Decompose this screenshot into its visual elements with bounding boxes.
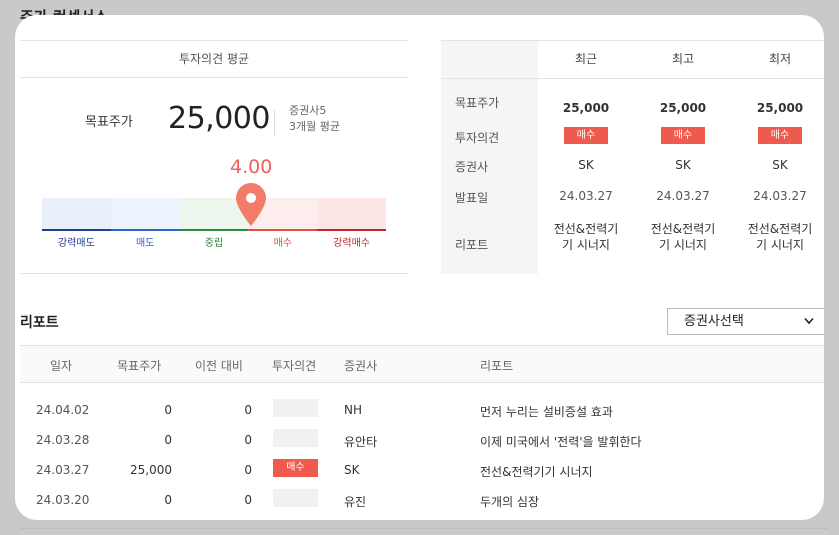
low-opinion: 매수 — [735, 127, 824, 144]
period-label: 3개월 평균 — [289, 120, 340, 133]
high-opinion: 매수 — [638, 127, 728, 144]
table-row: 24.03.27 25,000 0 매수 SK 전선&전력기기 시너지 — [20, 456, 824, 486]
gauge-label-strong-sell: 강력매도 — [57, 238, 95, 249]
header-target: 목표주가 — [117, 359, 162, 373]
col-header-recent: 최근 — [574, 52, 598, 66]
low-target: 25,000 — [756, 101, 804, 115]
row-date: 24.04.02 — [36, 403, 90, 417]
gauge-label-buy: 매수 — [273, 238, 292, 249]
row-date: 24.03.27 — [36, 463, 90, 477]
table-row: 24.04.02 0 0 NH 먼저 누리는 설비증설 효과 — [20, 396, 824, 426]
target-price-value: 25,000 — [168, 101, 270, 136]
row-target: 0 — [164, 493, 172, 507]
divider — [20, 273, 408, 274]
row-opinion: 매수 — [273, 459, 318, 477]
row-label-broker: 증권사 — [455, 160, 489, 174]
table-row: 24.03.20 0 0 유진 두개의 심장 — [20, 486, 824, 516]
row-broker: 유안타 — [344, 435, 378, 449]
header-opinion: 투자의견 — [272, 359, 317, 373]
row-target: 25,000 — [130, 463, 172, 477]
row-broker: SK — [344, 463, 360, 477]
row-opinion — [273, 429, 318, 447]
high-target: 25,000 — [659, 101, 707, 115]
row-broker: NH — [344, 403, 362, 417]
gauge-label-strong-buy: 강력매수 — [333, 238, 370, 249]
col-header-high: 최고 — [671, 52, 695, 66]
col-header-low: 최저 — [768, 52, 792, 66]
gauge-label-neutral: 중립 — [204, 238, 224, 249]
broker-count: 증권사5 — [289, 104, 327, 117]
row-label-date: 발표일 — [455, 191, 489, 205]
low-report-link[interactable]: 전선&전력기 기 시너지 — [735, 221, 824, 253]
row-target: 0 — [164, 403, 172, 417]
low-date: 24.03.27 — [753, 189, 807, 203]
target-price-label: 목표주가 — [85, 115, 133, 130]
high-broker: SK — [675, 158, 691, 172]
summary-table: 최근 최고 최저 목표주가 투자의견 증권사 발표일 리포트 25,000 매수… — [441, 40, 824, 274]
row-opinion — [273, 489, 318, 507]
target-price-meta: 증권사5 3개월 평균 — [289, 103, 340, 135]
row-label-report: 리포트 — [455, 238, 489, 252]
recent-target: 25,000 — [562, 101, 610, 115]
dropdown-label: 증권사선택 — [684, 314, 744, 329]
row-report-link[interactable]: 전선&전력기기 시너지 — [480, 463, 593, 480]
high-date: 24.03.27 — [656, 189, 710, 203]
row-report-link[interactable]: 두개의 심장 — [480, 493, 539, 510]
reports-table-header: 일자 목표주가 이전 대비 투자의견 증권사 리포트 — [20, 345, 824, 383]
high-report-link[interactable]: 전선&전력기 기 시너지 — [638, 221, 728, 253]
divider — [274, 110, 275, 136]
row-broker: 유진 — [344, 495, 367, 509]
gauge-segment-strong-buy — [317, 198, 386, 231]
buy-badge: 매수 — [661, 127, 705, 144]
header-date: 일자 — [50, 359, 73, 373]
consensus-card: 투자의견 평균 목표주가 25,000 증권사5 3개월 평균 4.00 강력매… — [15, 15, 824, 520]
header-broker: 증권사 — [344, 359, 378, 373]
opinion-score: 4.00 — [230, 156, 273, 178]
row-change: 0 — [244, 433, 252, 447]
reports-title: 리포트 — [20, 315, 59, 331]
map-pin-icon — [236, 183, 266, 226]
header-change: 이전 대비 — [195, 359, 243, 373]
table-row: 24.03.28 0 0 유안타 이제 미국에서 '전력'을 발휘한다 — [20, 426, 824, 456]
row-target: 0 — [164, 433, 172, 447]
recent-date: 24.03.27 — [559, 189, 613, 203]
chevron-down-icon — [804, 317, 814, 325]
row-date: 24.03.28 — [36, 433, 90, 447]
row-change: 0 — [244, 463, 252, 477]
header-report: 리포트 — [480, 359, 514, 373]
row-date: 24.03.20 — [36, 493, 90, 507]
recent-opinion: 매수 — [541, 127, 631, 144]
recent-broker: SK — [578, 158, 594, 172]
avg-opinion-header: 투자의견 평균 — [20, 40, 408, 78]
row-label-opinion: 투자의견 — [455, 131, 500, 145]
gauge-segment-sell — [110, 198, 180, 231]
row-report-link[interactable]: 먼저 누리는 설비증설 효과 — [480, 403, 613, 420]
broker-select-dropdown[interactable]: 증권사선택 — [667, 308, 824, 335]
recent-report-link[interactable]: 전선&전력기 기 시너지 — [541, 221, 631, 253]
gauge-labels: 강력매도 매도 중립 매수 강력매수 — [42, 234, 386, 249]
gauge-segment-strong-sell — [42, 198, 111, 231]
row-change: 0 — [244, 493, 252, 507]
divider — [20, 528, 828, 529]
row-label-target: 목표주가 — [455, 96, 500, 110]
row-opinion — [273, 399, 318, 417]
row-report-link[interactable]: 이제 미국에서 '전력'을 발휘한다 — [480, 433, 642, 450]
low-broker: SK — [772, 158, 788, 172]
buy-badge: 매수 — [564, 127, 608, 144]
opinion-gauge — [42, 198, 386, 231]
row-change: 0 — [244, 403, 252, 417]
buy-badge: 매수 — [758, 127, 802, 144]
gauge-label-sell: 매도 — [135, 238, 155, 249]
